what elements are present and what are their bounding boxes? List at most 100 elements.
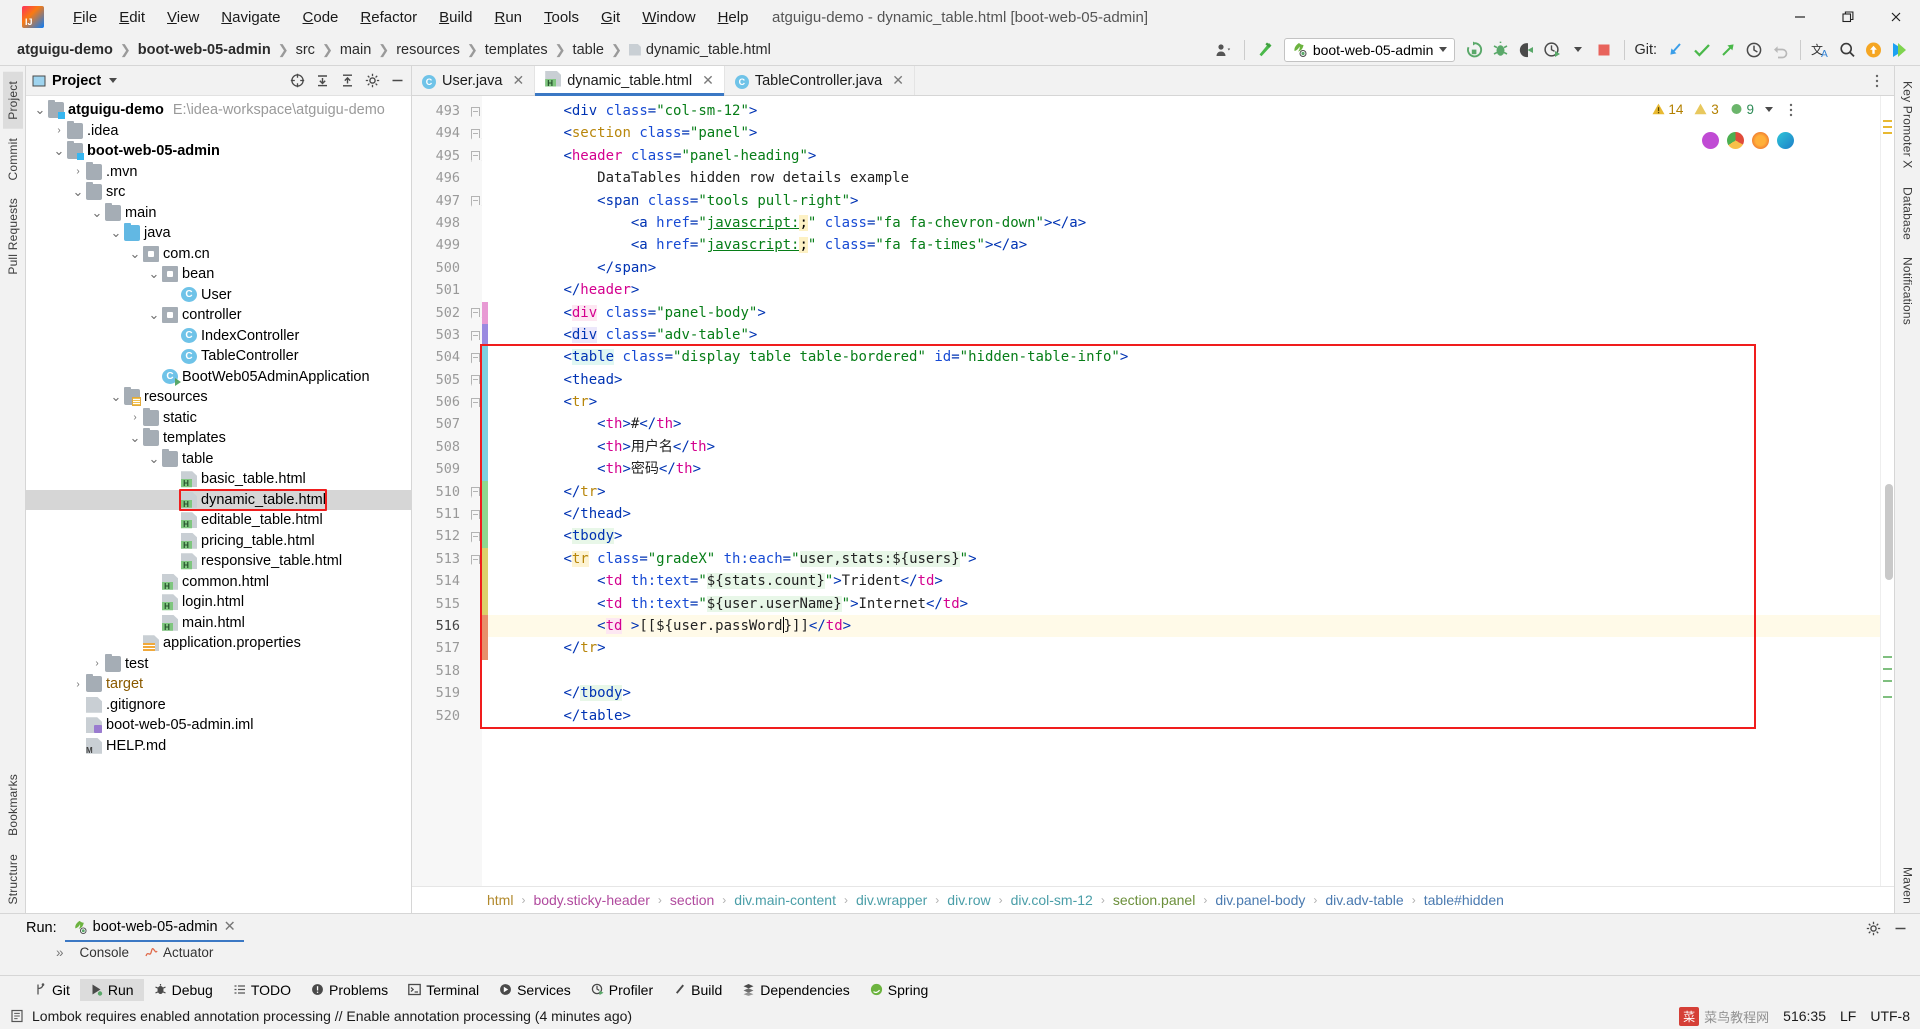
tree-twisty-icon[interactable]: ⌄ (108, 389, 124, 405)
menu-item-tools[interactable]: Tools (533, 6, 590, 29)
translate-icon[interactable]: 文A (1808, 37, 1834, 63)
tree-twisty-icon[interactable]: ⌄ (127, 430, 143, 446)
tree-twisty-icon[interactable]: ⌄ (70, 184, 86, 200)
user-icon[interactable] (1211, 37, 1237, 63)
navbar-crumb-src[interactable]: src (291, 41, 320, 59)
run-subtab-console[interactable]: Console (80, 945, 130, 960)
code-line[interactable]: <td >[[${user.passWord}]]</td> (488, 614, 1880, 638)
code-line[interactable]: <section class="panel"> (488, 122, 1880, 144)
tool-strip-pull-requests[interactable]: Pull Requests (3, 189, 23, 284)
tree-node-boot-web-05-admin-iml[interactable]: boot-web-05-admin.iml (26, 715, 411, 736)
tree-twisty-icon[interactable]: › (127, 412, 143, 423)
plugin-icon[interactable] (1886, 37, 1912, 63)
tree-twisty-icon[interactable]: ⌄ (127, 246, 143, 262)
tree-node--idea[interactable]: › .idea (26, 120, 411, 142)
navbar-crumb-table[interactable]: table (568, 41, 609, 59)
editor-marker-bar[interactable] (1880, 96, 1894, 886)
menu-item-build[interactable]: Build (428, 6, 483, 29)
tree-node-main-html[interactable]: main.html (26, 613, 411, 634)
editor-tab-user-java[interactable]: C User.java ✕ (412, 66, 536, 95)
code-line[interactable]: <a href="javascript:;" class="fa fa-time… (488, 234, 1880, 256)
editor-breadcrumb-div-wrapper[interactable]: div.wrapper (853, 892, 930, 908)
tool-strip-key-promoter-x[interactable]: Key Promoter X (1898, 72, 1918, 178)
file-encoding[interactable]: UTF-8 (1870, 1008, 1910, 1024)
tool-strip-structure[interactable]: Structure (3, 845, 23, 914)
git-push-icon[interactable] (1715, 37, 1741, 63)
tree-twisty-icon[interactable]: ⌄ (108, 225, 124, 241)
editor-viewport[interactable]: 493 494 495 496 497 498 499 500 501 502 503 504 505 5… (412, 96, 1894, 886)
tool-strip-project[interactable]: Project (2, 72, 23, 129)
code-line[interactable]: <td th:text="${user.userName}">Internet<… (488, 593, 1880, 615)
tree-node-dynamic-table-html[interactable]: dynamic_table.html (26, 488, 411, 511)
tool-window-bar[interactable]: Git Run Debug TODO Problems Terminal Services P… (0, 975, 1920, 1003)
editor-tab-bar[interactable]: C User.java ✕ dynamic_table.html ✕ C TableCont… (412, 66, 1894, 96)
code-line[interactable]: </header> (488, 279, 1880, 301)
tree-node--mvn[interactable]: › .mvn (26, 161, 411, 183)
tree-node-pricing-table-html[interactable]: pricing_table.html (26, 531, 411, 552)
tool-strip-notifications[interactable]: Notifications (1898, 248, 1918, 334)
close-tab-icon[interactable]: ✕ (512, 72, 524, 89)
fold-marker-icon[interactable] (468, 324, 482, 346)
collapse-all-icon[interactable] (315, 73, 330, 88)
tool-window-git[interactable]: Git (24, 979, 80, 1001)
tree-node-common-html[interactable]: common.html (26, 572, 411, 593)
menu-item-navigate[interactable]: Navigate (210, 6, 291, 29)
code-line[interactable]: </tbody> (488, 682, 1880, 704)
tree-node-controller[interactable]: ⌄ controller (26, 305, 411, 326)
tool-strip-bookmarks[interactable]: Bookmarks (3, 765, 23, 845)
tree-node-static[interactable]: › static (26, 407, 411, 429)
navbar-crumb-resources[interactable]: resources (391, 41, 465, 59)
editor-breadcrumbs[interactable]: html › body.sticky-header › section › div.main… (412, 886, 1894, 913)
git-rollback-icon[interactable] (1767, 37, 1793, 63)
editor-breadcrumb-table-hidden[interactable]: table#hidden (1421, 892, 1507, 908)
tree-twisty-icon[interactable]: › (70, 679, 86, 690)
editor-breadcrumb-div-row[interactable]: div.row (944, 892, 993, 908)
code-line[interactable]: </span> (488, 257, 1880, 279)
inspection-settings-icon[interactable] (1784, 103, 1798, 117)
tree-node--gitignore[interactable]: .gitignore (26, 695, 411, 716)
chevron-down-icon[interactable] (1439, 47, 1448, 52)
editor-breadcrumb-div-adv-table[interactable]: div.adv-table (1322, 892, 1406, 908)
tree-node-tablecontroller[interactable]: C TableController (26, 346, 411, 367)
search-icon[interactable] (1834, 37, 1860, 63)
tool-window-todo[interactable]: TODO (223, 979, 301, 1001)
git-history-icon[interactable] (1741, 37, 1767, 63)
close-window-button[interactable] (1872, 0, 1920, 34)
caret-position[interactable]: 516:35 (1783, 1008, 1826, 1024)
code-line[interactable]: <thead> (488, 369, 1880, 391)
code-line[interactable]: <tbody> (488, 525, 1880, 547)
tree-node-templates[interactable]: ⌄ templates (26, 428, 411, 449)
close-tab-icon[interactable]: ✕ (892, 72, 904, 89)
fold-marker-icon[interactable] (468, 369, 482, 391)
editor-breadcrumb-div-col-sm-12[interactable]: div.col-sm-12 (1008, 892, 1096, 908)
code-line[interactable]: </thead> (488, 503, 1880, 525)
code-line[interactable]: </tr> (488, 637, 1880, 659)
menu-item-file[interactable]: File (62, 6, 108, 29)
menu-item-run[interactable]: Run (483, 6, 533, 29)
upload-icon[interactable] (1860, 37, 1886, 63)
tool-window-services[interactable]: Services (489, 979, 581, 1001)
tool-strip-maven[interactable]: Maven (1898, 858, 1918, 913)
navbar-crumb-templates[interactable]: templates (480, 41, 553, 59)
tree-node-main[interactable]: ⌄ main (26, 202, 411, 224)
code-line[interactable]: <tr class="gradeX" th:each="user,stats:$… (488, 548, 1880, 570)
fold-marker-icon[interactable] (468, 391, 482, 413)
tool-window-build[interactable]: Build (663, 979, 732, 1001)
tool-strip-database[interactable]: Database (1898, 178, 1918, 249)
event-log-icon[interactable] (10, 1009, 24, 1023)
tree-node-basic-table-html[interactable]: basic_table.html (26, 469, 411, 490)
gear-icon[interactable] (365, 73, 380, 88)
tree-node-com-cn[interactable]: ⌄ com.cn (26, 244, 411, 265)
tool-window-dependencies[interactable]: Dependencies (732, 979, 860, 1001)
code-line[interactable] (488, 660, 1880, 682)
code-line[interactable]: <th>用户名</th> (488, 436, 1880, 458)
tree-twisty-icon[interactable]: ⌄ (146, 266, 162, 282)
code-text[interactable]: <div class="col-sm-12"> <section class="… (488, 96, 1880, 886)
navbar-crumb-dynamic-table-html[interactable]: dynamic_table.html (624, 41, 776, 59)
fold-marker-icon[interactable] (468, 548, 482, 570)
code-line[interactable]: <div class="panel-body"> (488, 302, 1880, 324)
code-line[interactable]: <table class="display table table-border… (488, 346, 1880, 368)
code-line[interactable]: </table> (488, 705, 1880, 727)
minimize-button[interactable] (1776, 0, 1824, 34)
browser-preview-row[interactable] (1702, 132, 1794, 149)
